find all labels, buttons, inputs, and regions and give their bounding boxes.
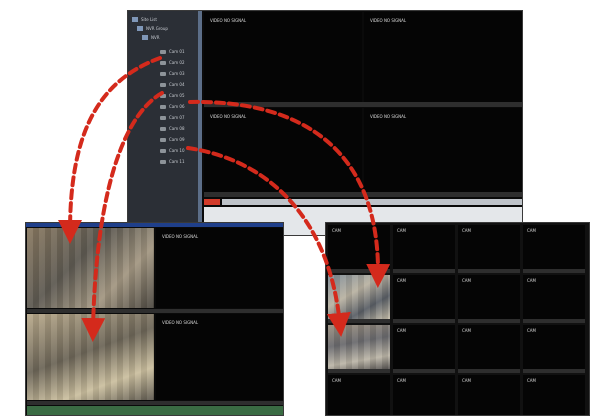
arrow-cam4-to-right-top bbox=[188, 99, 391, 288]
arrow-cam7-to-right-mid bbox=[186, 146, 351, 337]
arrow-cam3-to-left-bottom bbox=[81, 91, 164, 342]
arrow-cam1-to-left-top bbox=[58, 56, 162, 244]
drag-arrows bbox=[58, 56, 391, 342]
